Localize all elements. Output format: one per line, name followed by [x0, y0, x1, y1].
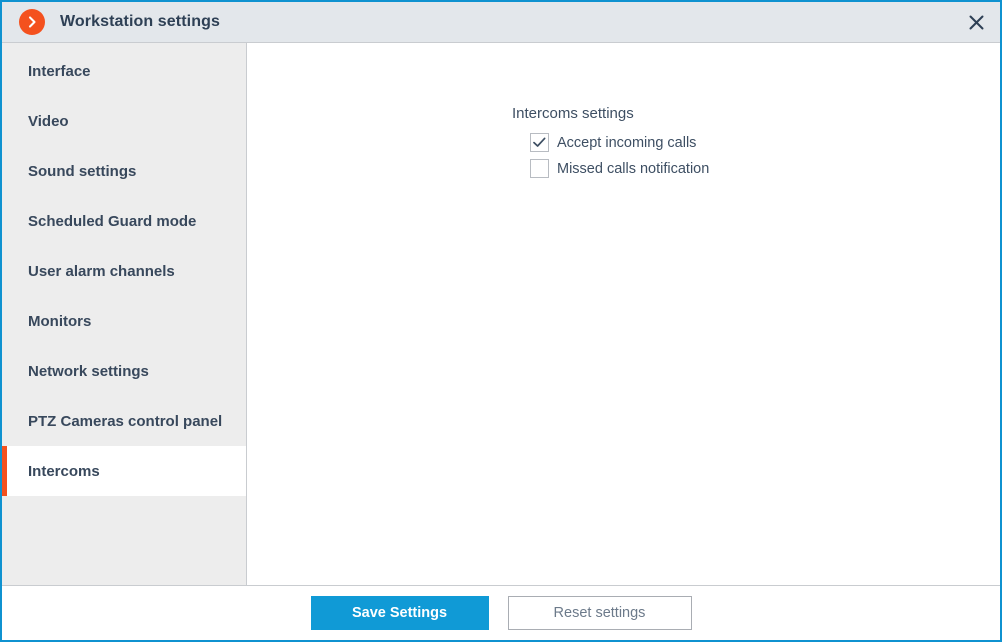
sidebar-item-monitors[interactable]: Monitors	[2, 296, 246, 346]
close-button[interactable]	[952, 2, 1000, 42]
sidebar-item-label: Network settings	[28, 362, 149, 380]
settings-content-panel: Intercoms settings Accept incoming calls…	[247, 43, 1000, 585]
section-title: Intercoms settings	[512, 105, 634, 122]
check-icon	[533, 137, 546, 147]
dialog-footer: Save Settings Reset settings	[2, 586, 1000, 640]
checkbox-box[interactable]	[530, 133, 549, 152]
window-body: Interface Video Sound settings Scheduled…	[2, 43, 1000, 586]
sidebar-item-label: User alarm channels	[28, 262, 175, 280]
workstation-settings-window: Workstation settings Interface Video Sou…	[0, 0, 1002, 642]
checkbox-label: Missed calls notification	[557, 160, 710, 177]
sidebar-item-label: Sound settings	[28, 162, 137, 180]
sidebar-item-video[interactable]: Video	[2, 96, 246, 146]
close-icon	[969, 15, 983, 29]
sidebar-item-scheduled-guard-mode[interactable]: Scheduled Guard mode	[2, 196, 246, 246]
checkbox-missed-calls-notification[interactable]: Missed calls notification	[530, 159, 1000, 178]
sidebar-item-label: Video	[28, 112, 69, 130]
checkbox-label: Accept incoming calls	[557, 134, 697, 151]
sidebar-item-intercoms[interactable]: Intercoms	[2, 446, 246, 496]
checkbox-accept-incoming-calls[interactable]: Accept incoming calls	[530, 133, 1000, 152]
sidebar-item-network-settings[interactable]: Network settings	[2, 346, 246, 396]
sidebar-item-user-alarm-channels[interactable]: User alarm channels	[2, 246, 246, 296]
sidebar-item-label: PTZ Cameras control panel	[28, 412, 223, 430]
reset-settings-button[interactable]: Reset settings	[507, 596, 692, 630]
sidebar-item-label: Monitors	[28, 312, 92, 330]
chevron-right-circle-icon	[19, 9, 45, 35]
settings-sidebar: Interface Video Sound settings Scheduled…	[2, 43, 247, 585]
sidebar-item-label: Intercoms	[28, 462, 100, 480]
sidebar-item-label: Scheduled Guard mode	[28, 212, 197, 230]
sidebar-item-ptz-cameras-control-panel[interactable]: PTZ Cameras control panel	[2, 396, 246, 446]
sidebar-item-sound-settings[interactable]: Sound settings	[2, 146, 246, 196]
checkbox-box[interactable]	[530, 159, 549, 178]
save-settings-button[interactable]: Save Settings	[310, 596, 489, 630]
window-title: Workstation settings	[60, 13, 220, 30]
title-bar: Workstation settings	[2, 2, 1000, 43]
sidebar-item-interface[interactable]: Interface	[2, 46, 246, 96]
sidebar-item-label: Interface	[28, 62, 91, 80]
